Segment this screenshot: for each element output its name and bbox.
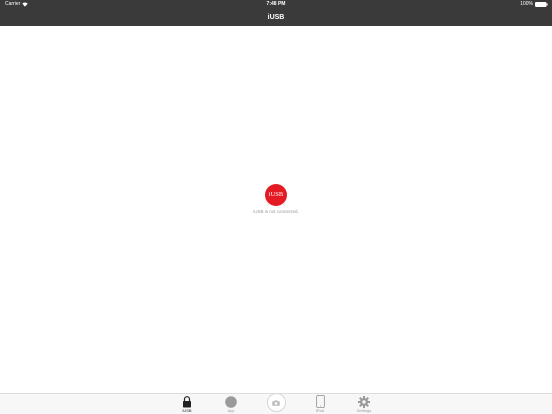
gear-icon bbox=[344, 395, 384, 408]
top-bar: Carrier 7:48 PM 100% iUSB bbox=[0, 0, 552, 26]
tab-settings[interactable]: Settings bbox=[344, 394, 384, 414]
status-time: 7:48 PM bbox=[266, 1, 286, 7]
camera-button[interactable] bbox=[266, 392, 286, 412]
battery-icon bbox=[535, 2, 548, 7]
usb-logo: iUSB bbox=[265, 184, 287, 206]
tab-label: Settings bbox=[356, 408, 372, 413]
tab-label: iPad bbox=[315, 408, 324, 413]
battery-group: 100% bbox=[520, 0, 548, 9]
nav-title: iUSB bbox=[267, 14, 285, 21]
app-circle-icon bbox=[211, 395, 251, 408]
battery-percent: 100% bbox=[520, 1, 533, 7]
tab-label: iUSB bbox=[182, 408, 192, 413]
status-bar: Carrier 7:48 PM 100% bbox=[0, 0, 552, 9]
ipad-icon bbox=[300, 395, 340, 408]
tab-usb[interactable]: iUSB bbox=[167, 394, 207, 414]
tab-camera[interactable] bbox=[256, 392, 296, 414]
tab-label: App bbox=[227, 408, 235, 413]
tab-app[interactable]: App bbox=[211, 394, 251, 414]
lock-icon bbox=[167, 395, 207, 408]
tab-ipad[interactable]: iPad bbox=[300, 394, 340, 414]
connection-status-text: iUSB is not connected. bbox=[253, 209, 299, 214]
tab-bar: iUSB App iPad Settings bbox=[0, 392, 552, 414]
camera-icon bbox=[272, 393, 280, 411]
